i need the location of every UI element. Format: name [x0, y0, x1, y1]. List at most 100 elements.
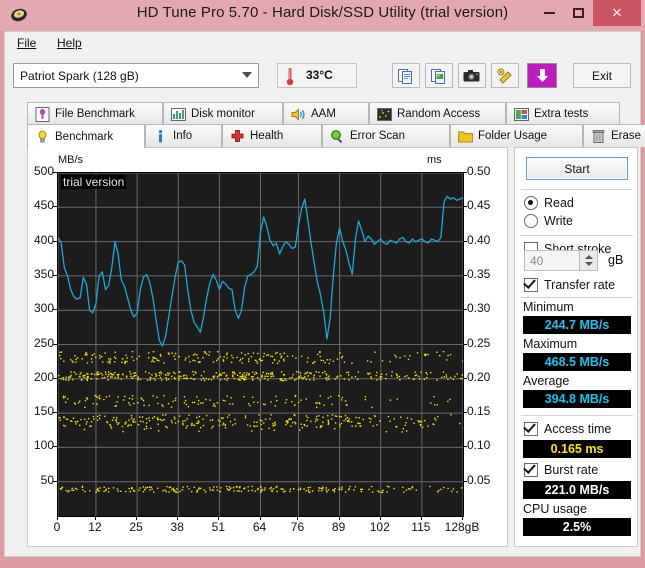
radio-read[interactable]: Read [524, 196, 574, 210]
title-bar: HD Tune Pro 5.70 - Hard Disk/SSD Utility… [0, 0, 645, 31]
radio-write[interactable]: Write [524, 214, 573, 228]
tab-info[interactable]: Info [145, 124, 222, 147]
menu-help-label: Help [57, 36, 82, 50]
minimum-value-box: 244.7 MB/s [523, 316, 631, 334]
radio-read-indicator [524, 196, 538, 210]
chart-plot-area: trial version [57, 172, 464, 517]
camera-icon[interactable] [458, 63, 486, 88]
tab-folder-usage[interactable]: Folder Usage [450, 124, 583, 147]
chart-svg [58, 173, 463, 516]
minimum-value: 244.7 MB/s [544, 318, 610, 332]
tab-file-benchmark[interactable]: File Benchmark [27, 102, 163, 125]
tab-extra-tests-label: Extra tests [534, 108, 589, 120]
disk-monitor-icon [171, 107, 186, 122]
burst-rate-value-box: 221.0 MB/s [523, 481, 631, 499]
chevron-down-icon [242, 72, 252, 78]
speaker-icon [291, 107, 306, 122]
y-tick-label: 500 [33, 164, 54, 178]
minimize-button[interactable] [535, 0, 564, 26]
tab-erase[interactable]: Erase [583, 124, 645, 147]
checkbox-access-time-indicator [524, 422, 538, 436]
start-button[interactable]: Start [526, 157, 628, 180]
tab-error-scan[interactable]: Error Scan [322, 124, 450, 147]
x-tick-label: 128gB [444, 520, 480, 534]
y2-tick-label: 0.05 [467, 472, 491, 487]
toolbar: Patriot Spark (128 gB) 33°C Exit [5, 54, 640, 99]
y-tick-label: 450 [33, 198, 54, 213]
tab-error-scan-label: Error Scan [350, 130, 405, 142]
checkbox-burst-rate[interactable]: Burst rate [524, 463, 598, 477]
file-benchmark-icon [35, 106, 50, 122]
client-area: File Help Patriot Spark (128 gB) 33°C Ex… [4, 31, 645, 557]
y-tick-label: 150 [33, 404, 54, 419]
access-time-value-box: 0.165 ms [523, 440, 631, 458]
y-axis-unit: MB/s [58, 154, 84, 166]
checkbox-transfer-rate[interactable]: Transfer rate [524, 278, 615, 292]
close-button[interactable]: × [593, 0, 641, 26]
checkbox-transfer-rate-label: Transfer rate [544, 278, 616, 292]
radio-write-indicator [524, 214, 538, 228]
maximize-button[interactable] [564, 0, 593, 26]
drive-select-value: Patriot Spark (128 gB) [20, 69, 139, 83]
application-window: HD Tune Pro 5.70 - Hard Disk/SSD Utility… [0, 0, 645, 568]
minimum-label: Minimum [523, 300, 574, 314]
tab-aam[interactable]: AAM [283, 102, 369, 125]
download-arrow-icon[interactable] [527, 63, 557, 88]
exit-button[interactable]: Exit [573, 63, 631, 88]
menu-file[interactable]: File [11, 35, 42, 51]
y2-tick-label: 0.20 [467, 369, 491, 384]
tab-random-access[interactable]: Random Access [369, 102, 506, 125]
tab-disk-monitor-label: Disk monitor [191, 108, 255, 120]
maximum-value: 468.5 MB/s [544, 355, 610, 369]
drive-select[interactable]: Patriot Spark (128 gB) [13, 63, 259, 88]
random-access-icon [377, 107, 392, 122]
tab-benchmark[interactable]: Benchmark [27, 124, 145, 148]
short-stroke-stepper[interactable]: 40 [524, 250, 598, 271]
magnifier-icon [330, 129, 345, 144]
trash-icon [591, 129, 606, 144]
radio-read-label: Read [544, 196, 574, 210]
copy-icon[interactable] [392, 63, 420, 88]
y-tick-label: 250 [33, 335, 54, 350]
y-tick-label: 400 [33, 232, 54, 247]
stepper-down-icon[interactable] [585, 262, 593, 266]
tab-health-label: Health [250, 130, 284, 142]
y2-tick-label: 0.35 [467, 266, 491, 281]
cpu-usage-value: 2.5% [562, 520, 592, 534]
menu-help[interactable]: Help [51, 35, 88, 51]
stepper-up-icon[interactable] [585, 255, 593, 259]
burst-rate-value: 221.0 MB/s [544, 483, 610, 497]
short-stroke-unit: gB [608, 253, 624, 267]
y2-tick-label: 0.40 [467, 232, 491, 247]
tab-extra-tests[interactable]: Extra tests [506, 102, 620, 125]
folder-icon [458, 129, 473, 144]
trial-watermark: trial version [61, 175, 127, 189]
extra-tests-icon [514, 107, 529, 122]
checkbox-transfer-rate-indicator [524, 278, 538, 292]
copy-image-icon[interactable] [425, 63, 453, 88]
controls-sidebar: Start Read Write Short stroke 40 gB Tran… [514, 147, 638, 547]
y2-tick-label: 0.50 [467, 164, 491, 178]
health-cross-icon [230, 129, 245, 144]
checkbox-access-time[interactable]: Access time [524, 422, 611, 436]
thermometer-icon [286, 67, 294, 86]
tab-health[interactable]: Health [222, 124, 322, 147]
benchmark-chart-panel: MB/s ms 50 100 150 200 250 300 350 400 450 500 0.… [27, 147, 508, 547]
tab-folder-usage-label: Folder Usage [478, 130, 548, 142]
tools-icon[interactable] [491, 63, 519, 88]
tab-file-benchmark-label: File Benchmark [55, 108, 135, 120]
tab-disk-monitor[interactable]: Disk monitor [163, 102, 283, 125]
y-tick-label: 200 [33, 369, 54, 384]
stepper-buttons[interactable] [579, 251, 597, 270]
maximum-label: Maximum [523, 337, 578, 351]
tab-info-label: Info [173, 130, 193, 142]
divider-3 [521, 297, 633, 298]
y-tick-label: 300 [33, 301, 54, 316]
checkbox-burst-rate-indicator [524, 463, 538, 477]
app-icon [10, 7, 28, 23]
radio-write-label: Write [544, 214, 573, 228]
tab-random-access-label: Random Access [397, 108, 481, 120]
menu-file-label: File [17, 36, 37, 50]
temperature-display: 33°C [277, 63, 357, 88]
average-label: Average [523, 374, 570, 388]
